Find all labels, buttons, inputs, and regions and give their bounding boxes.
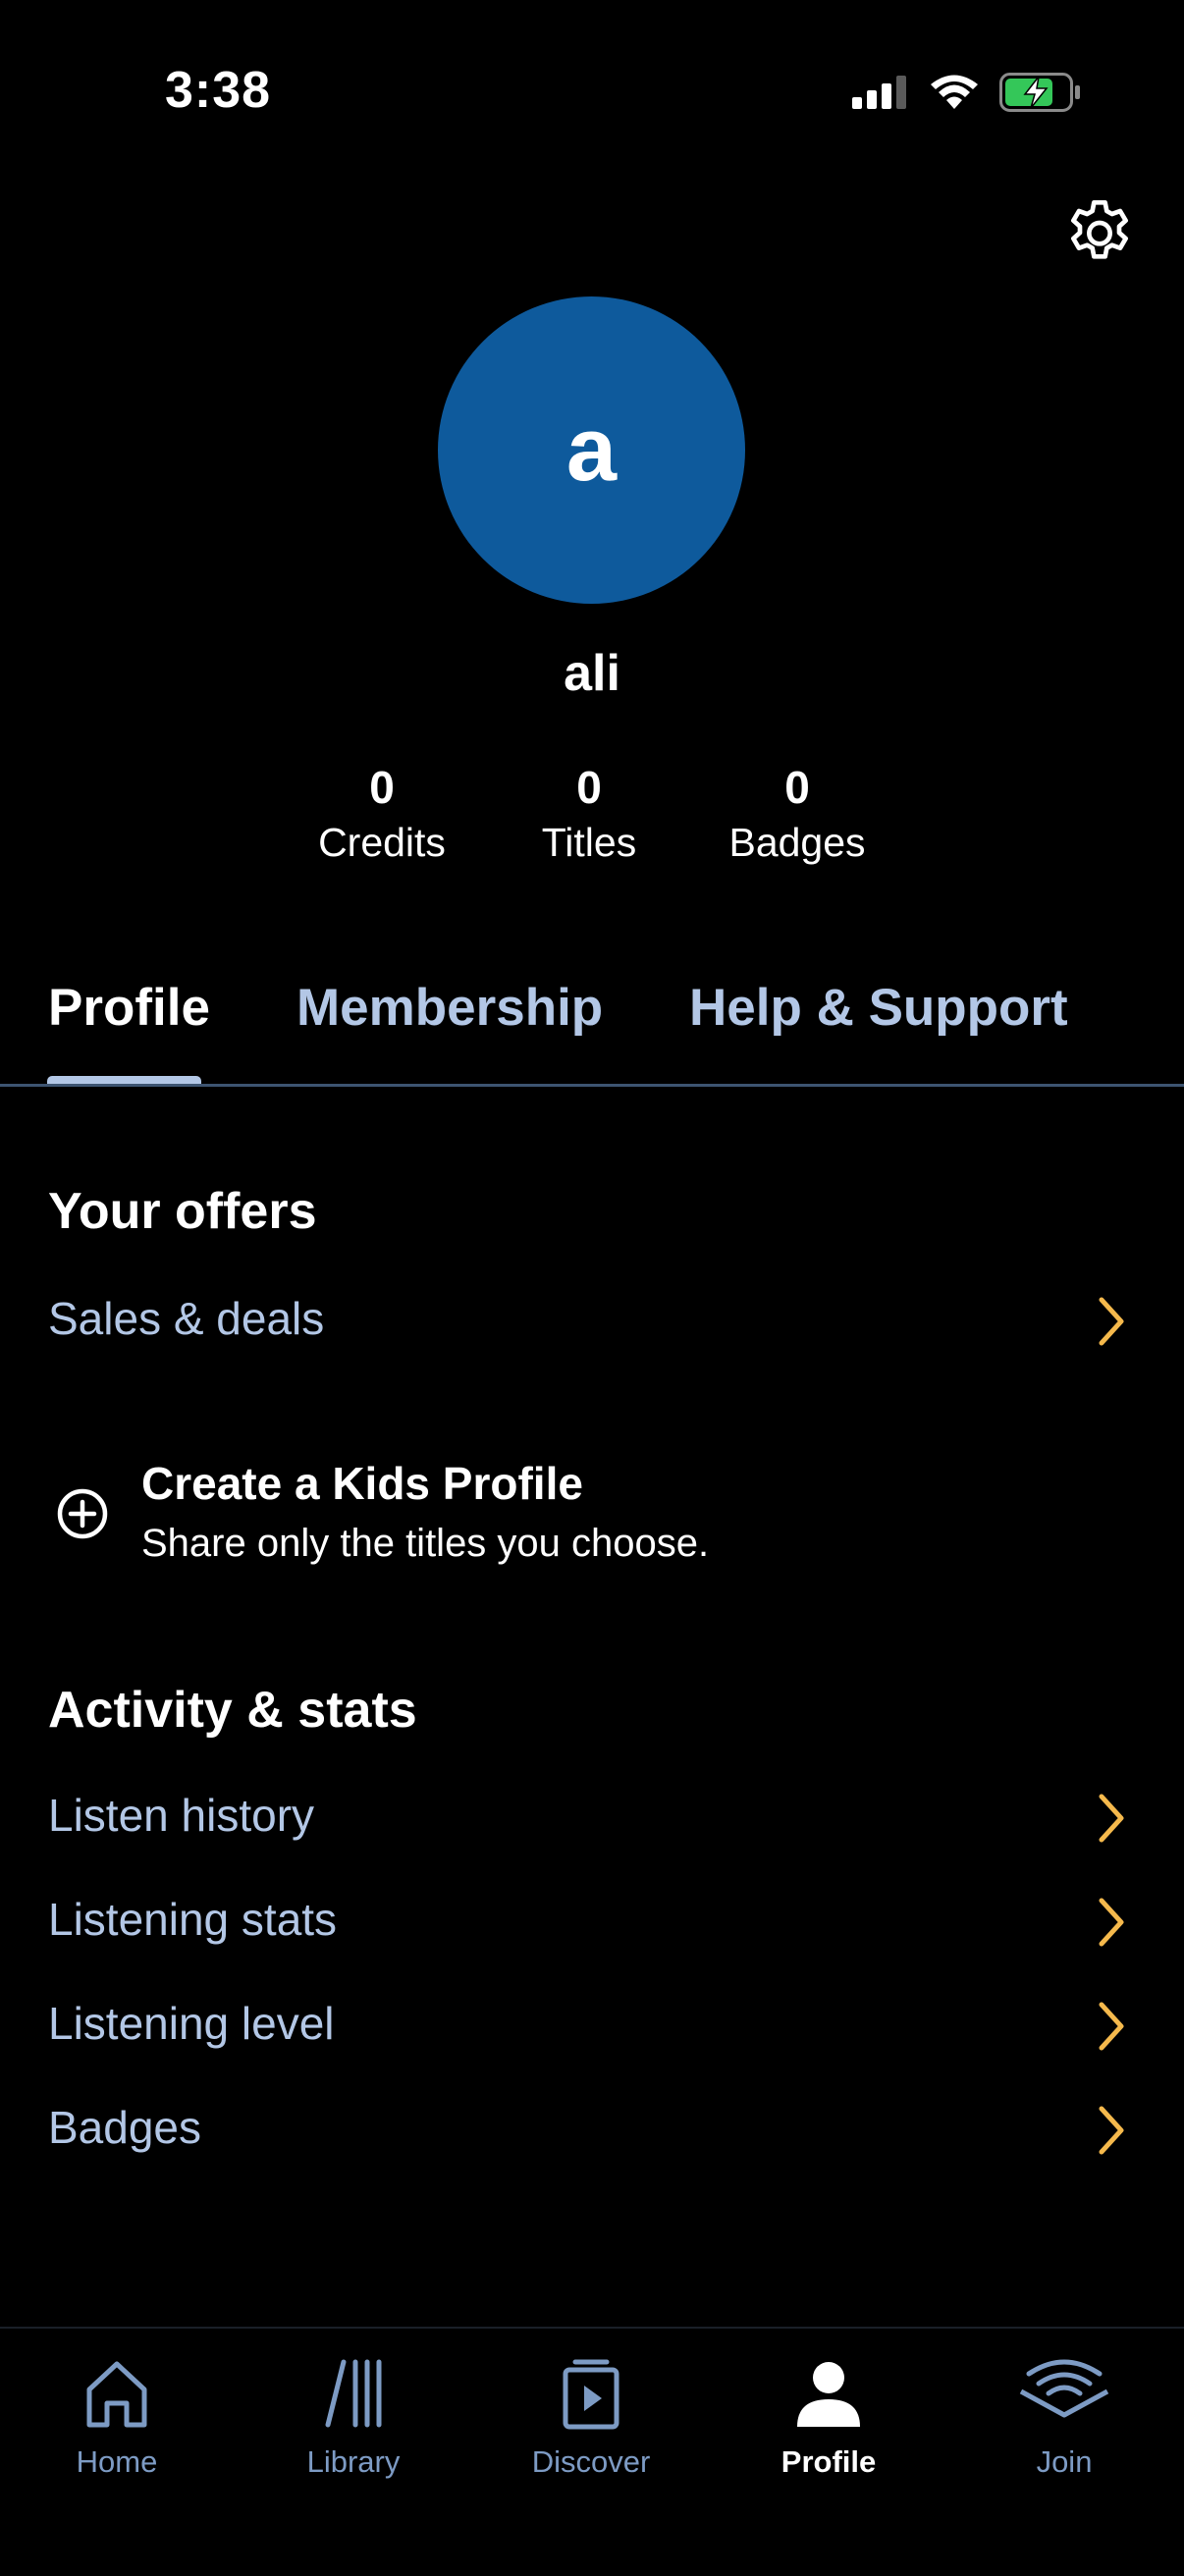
chevron-right-icon <box>1099 1898 1124 1947</box>
nav-home[interactable]: Home <box>19 2354 215 2480</box>
chevron-right-icon <box>1099 2106 1124 2155</box>
stat-credits-label: Credits <box>318 820 446 865</box>
library-icon <box>325 2359 382 2428</box>
nav-home-label: Home <box>76 2444 158 2479</box>
list-item-listening-level[interactable]: Listening level <box>0 1977 1184 2075</box>
nav-discover[interactable]: Discover <box>493 2354 689 2480</box>
nav-join-label: Join <box>1036 2444 1093 2479</box>
list-item-label: Listen history <box>48 1790 315 1841</box>
list-item-badges[interactable]: Badges <box>0 2081 1184 2179</box>
stat-titles-label: Titles <box>541 820 637 865</box>
list-item-label: Sales & deals <box>48 1293 325 1344</box>
tab-profile[interactable]: Profile <box>48 978 210 1038</box>
section-title-activity: Activity & stats <box>48 1682 417 1739</box>
nav-profile[interactable]: Profile <box>730 2354 927 2480</box>
stat-credits: 0 Credits <box>264 758 500 868</box>
list-item-label: Listening stats <box>48 1894 338 1945</box>
profile-icon <box>797 2362 860 2427</box>
nav-library-label: Library <box>306 2444 401 2479</box>
username: ali <box>564 645 620 702</box>
kids-profile-title: Create a Kids Profile <box>141 1458 583 1509</box>
nav-join[interactable]: Join <box>966 2354 1162 2480</box>
nav-profile-label: Profile <box>780 2444 877 2479</box>
join-icon <box>1019 2359 1109 2418</box>
stat-badges: 0 Badges <box>679 758 915 868</box>
wifi-icon <box>931 75 978 109</box>
avatar[interactable]: a <box>438 296 745 604</box>
plus-circle-icon <box>57 1488 108 1539</box>
list-item-sales-deals[interactable]: Sales & deals <box>0 1272 1184 1370</box>
create-kids-profile-button[interactable]: Create a Kids Profile Share only the tit… <box>0 1443 1184 1581</box>
nav-library[interactable]: Library <box>255 2354 452 2480</box>
bottom-nav: Home Library Discover Profile Join <box>0 2327 1184 2576</box>
cellular-signal-icon <box>852 76 906 109</box>
section-title-offers: Your offers <box>48 1183 317 1240</box>
list-item-label: Listening level <box>48 1998 335 2049</box>
battery-charging-icon <box>999 73 1080 112</box>
kids-profile-subtitle: Share only the titles you choose. <box>141 1522 710 1565</box>
list-item-listening-stats[interactable]: Listening stats <box>0 1873 1184 1971</box>
chevron-right-icon <box>1099 2002 1124 2051</box>
tabs-divider <box>0 1084 1184 1087</box>
stat-badges-value: 0 <box>784 762 810 813</box>
tab-membership[interactable]: Membership <box>296 978 603 1038</box>
nav-discover-label: Discover <box>531 2444 651 2479</box>
settings-button[interactable] <box>1060 194 1139 273</box>
tab-help-support[interactable]: Help & Support <box>689 978 1068 1038</box>
list-item-label: Badges <box>48 2102 202 2153</box>
stat-credits-value: 0 <box>369 762 395 813</box>
discover-icon <box>563 2359 619 2430</box>
gear-icon <box>1071 200 1128 259</box>
list-item-listen-history[interactable]: Listen history <box>0 1769 1184 1867</box>
stat-titles-value: 0 <box>576 762 602 813</box>
chevron-right-icon <box>1099 1297 1124 1346</box>
status-icons <box>852 73 1082 112</box>
home-icon <box>86 2361 147 2428</box>
stat-badges-label: Badges <box>728 820 866 865</box>
status-time: 3:38 <box>165 62 272 119</box>
stat-titles: 0 Titles <box>471 758 707 868</box>
chevron-right-icon <box>1099 1794 1124 1843</box>
